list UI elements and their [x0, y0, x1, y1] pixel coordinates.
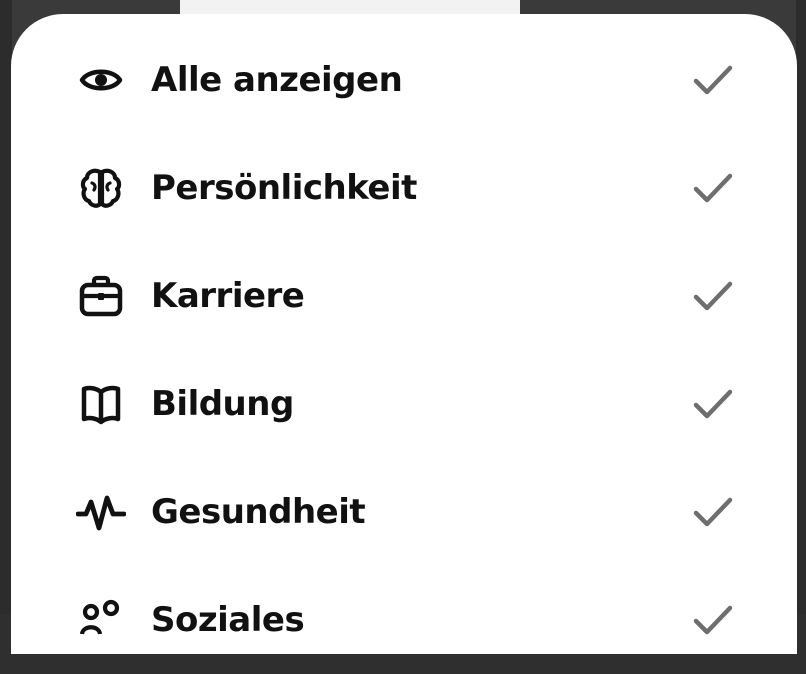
checkmark-icon: [693, 173, 733, 203]
brain-icon: [75, 162, 127, 214]
filter-item-alle-anzeigen[interactable]: Alle anzeigen: [11, 26, 797, 134]
filter-item-label: Soziales: [151, 600, 305, 640]
filter-item-label: Alle anzeigen: [151, 60, 403, 100]
checkmark-icon: [693, 281, 733, 311]
filter-item-label: Gesundheit: [151, 492, 366, 532]
filter-item-persoenlichkeit[interactable]: Persönlichkeit: [11, 134, 797, 242]
filter-item-bildung[interactable]: Bildung: [11, 350, 797, 458]
briefcase-icon: [75, 270, 127, 322]
people-icon: [75, 594, 127, 646]
filter-bottom-sheet: Alle anzeigen Persönlichkeit Karriere Bi…: [11, 14, 797, 654]
checkmark-icon: [693, 497, 733, 527]
checkmark-icon: [693, 389, 733, 419]
filter-item-label: Bildung: [151, 384, 294, 424]
pulse-icon: [75, 486, 127, 538]
background-edge-right: [796, 0, 806, 614]
eye-icon: [75, 54, 127, 106]
filter-item-gesundheit[interactable]: Gesundheit: [11, 458, 797, 566]
checkmark-icon: [693, 65, 733, 95]
filter-item-karriere[interactable]: Karriere: [11, 242, 797, 350]
checkmark-icon: [693, 605, 733, 635]
filter-item-label: Karriere: [151, 276, 305, 316]
book-icon: [75, 378, 127, 430]
filter-item-soziales[interactable]: Soziales: [11, 566, 797, 674]
filter-item-label: Persönlichkeit: [151, 168, 417, 208]
